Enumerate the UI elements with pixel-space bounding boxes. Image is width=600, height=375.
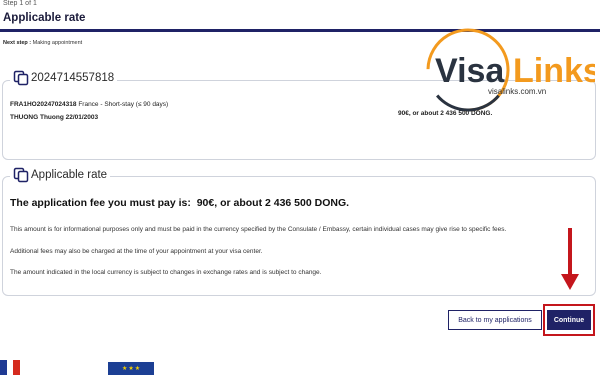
fee-statement: The application fee you must pay is: 90€… <box>10 197 349 209</box>
down-arrow-icon <box>561 228 579 290</box>
info-text-2: Additional fees may also be charged at t… <box>10 248 263 255</box>
logo-site: visalinks.com.vn <box>488 87 547 96</box>
next-step: Next step : Making appointment <box>3 40 82 46</box>
next-step-label: Next step : <box>3 40 32 46</box>
logo-visa-text: Visa <box>435 52 505 90</box>
fee-amount: 90€, or about 2 436 500 DONG. <box>196 197 350 209</box>
french-flag-icon <box>0 360 20 375</box>
back-to-applications-button[interactable]: Back to my applications <box>448 310 542 330</box>
application-code-line: FRA1HO20247024318 France - Short-stay (≤… <box>10 101 168 108</box>
next-step-value: Making appointment <box>32 40 83 46</box>
rate-card-title: Applicable rate <box>31 169 108 181</box>
rate-card <box>2 176 596 296</box>
application-id: 2024714557818 <box>31 72 115 84</box>
info-text-3: The amount indicated in the local curren… <box>10 269 322 276</box>
info-text-1: This amount is for informational purpose… <box>10 226 507 233</box>
continue-button[interactable]: Continue <box>547 310 591 330</box>
logo-links-text: Links <box>513 52 595 90</box>
applicant-info: THUONG Thuong 22/01/2003 <box>10 114 99 121</box>
step-indicator: Step 1 of 1 <box>3 0 37 7</box>
fee-prefix: The application fee you must pay is: <box>10 197 191 209</box>
visalinks-logo: Visa Links <box>426 28 595 112</box>
visa-type: France - Short-stay (≤ 90 days) <box>78 101 169 108</box>
page-title: Applicable rate <box>3 12 86 24</box>
rate-card-header: Applicable rate <box>10 167 111 183</box>
application-code: FRA1HO20247024318 <box>10 101 77 108</box>
eu-flag-icon: ★★★ <box>108 362 154 375</box>
copy-icon <box>13 167 29 183</box>
application-card-header: 2024714557818 <box>10 70 118 86</box>
copy-icon <box>13 70 29 86</box>
